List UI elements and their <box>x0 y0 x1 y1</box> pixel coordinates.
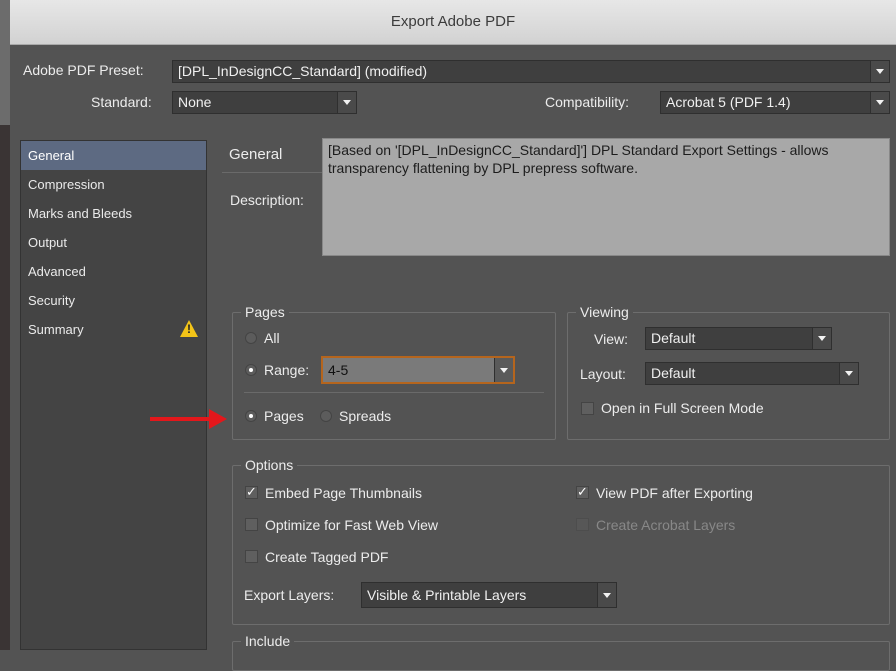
description-textarea[interactable]: [Based on '[DPL_InDesignCC_Standard]'] D… <box>322 138 890 256</box>
dialog-title-bar: Export Adobe PDF <box>10 0 896 45</box>
standard-dropdown-arrow-icon <box>337 92 356 113</box>
section-title: General <box>229 146 283 163</box>
sidebar-item-summary-label: Summary <box>28 322 84 337</box>
background-window-strip <box>0 125 10 650</box>
view-after-export-checkbox[interactable]: ✓ <box>576 484 589 499</box>
compatibility-dropdown-arrow-icon <box>870 92 889 113</box>
sidebar-item-advanced[interactable]: Advanced <box>21 257 206 286</box>
export-layers-dropdown-arrow-icon <box>597 583 616 607</box>
range-input[interactable]: 4-5 <box>321 356 515 384</box>
all-radio[interactable] <box>245 332 257 344</box>
range-radio[interactable] <box>245 364 257 376</box>
pages-divider <box>244 392 544 393</box>
category-sidebar: General Compression Marks and Bleeds Out… <box>20 140 207 650</box>
preset-dropdown[interactable]: [DPL_InDesignCC_Standard] (modified) <box>172 60 890 83</box>
fullscreen-checkbox[interactable] <box>581 402 594 415</box>
export-layers-value: Visible & Printable Layers <box>367 587 527 603</box>
viewing-legend: Viewing <box>576 303 633 321</box>
preset-value: [DPL_InDesignCC_Standard] (modified) <box>178 63 428 79</box>
export-layers-label: Export Layers: <box>244 587 335 603</box>
sidebar-item-output[interactable]: Output <box>21 228 206 257</box>
standard-label: Standard: <box>91 94 152 110</box>
layout-value: Default <box>651 365 696 381</box>
pages-radio[interactable] <box>245 410 257 422</box>
tagged-pdf-label: Create Tagged PDF <box>265 549 389 565</box>
dialog-title: Export Adobe PDF <box>390 13 516 30</box>
embed-thumbnails-label: Embed Page Thumbnails <box>265 485 422 501</box>
acrobat-layers-label: Create Acrobat Layers <box>596 517 736 533</box>
include-legend: Include <box>241 632 295 650</box>
layout-label: Layout: <box>580 366 626 382</box>
standard-dropdown[interactable]: None <box>172 91 357 114</box>
pages-option-label: Pages <box>264 408 304 424</box>
all-label: All <box>264 330 280 346</box>
range-dropdown-arrow-icon[interactable] <box>494 358 513 382</box>
preset-label: Adobe PDF Preset: <box>23 62 144 78</box>
sidebar-item-compression[interactable]: Compression <box>21 170 206 199</box>
export-layers-dropdown[interactable]: Visible & Printable Layers <box>361 582 617 608</box>
options-legend: Options <box>241 456 298 474</box>
include-group: Include <box>232 632 890 671</box>
sidebar-item-summary[interactable]: Summary ! <box>21 315 206 344</box>
sidebar-item-general[interactable]: General <box>21 141 206 170</box>
compatibility-label: Compatibility: <box>545 94 630 110</box>
checkmark-icon: ✓ <box>246 484 257 499</box>
spreads-radio[interactable] <box>320 410 332 422</box>
acrobat-layers-checkbox[interactable] <box>576 518 589 531</box>
warning-icon: ! <box>180 320 198 337</box>
view-label: View: <box>594 331 628 347</box>
pages-legend: Pages <box>241 303 289 321</box>
spreads-label: Spreads <box>339 408 392 424</box>
compatibility-dropdown[interactable]: Acrobat 5 (PDF 1.4) <box>660 91 890 114</box>
compatibility-value: Acrobat 5 (PDF 1.4) <box>666 94 791 110</box>
layout-dropdown[interactable]: Default <box>645 362 859 385</box>
sidebar-item-security[interactable]: Security <box>21 286 206 315</box>
annotation-arrow-shaft <box>150 417 212 421</box>
sidebar-item-marks-and-bleeds[interactable]: Marks and Bleeds <box>21 199 206 228</box>
preset-dropdown-arrow-icon <box>870 61 889 82</box>
tagged-pdf-checkbox[interactable] <box>245 550 258 563</box>
embed-thumbnails-checkbox[interactable]: ✓ <box>245 484 258 499</box>
description-label: Description: <box>230 192 304 208</box>
background-window-strip-top <box>0 0 10 125</box>
view-value: Default <box>651 330 696 346</box>
standard-value: None <box>178 94 212 110</box>
optimize-web-label: Optimize for Fast Web View <box>265 517 438 533</box>
view-dropdown[interactable]: Default <box>645 327 832 350</box>
optimize-web-checkbox[interactable] <box>245 518 258 531</box>
range-label: Range: <box>264 362 310 378</box>
layout-dropdown-arrow-icon <box>839 363 858 384</box>
range-value: 4-5 <box>328 362 349 378</box>
fullscreen-label: Open in Full Screen Mode <box>601 400 764 416</box>
view-dropdown-arrow-icon <box>812 328 831 349</box>
annotation-arrow-icon <box>209 409 227 429</box>
checkmark-icon: ✓ <box>577 484 588 499</box>
view-after-export-label: View PDF after Exporting <box>596 485 753 501</box>
